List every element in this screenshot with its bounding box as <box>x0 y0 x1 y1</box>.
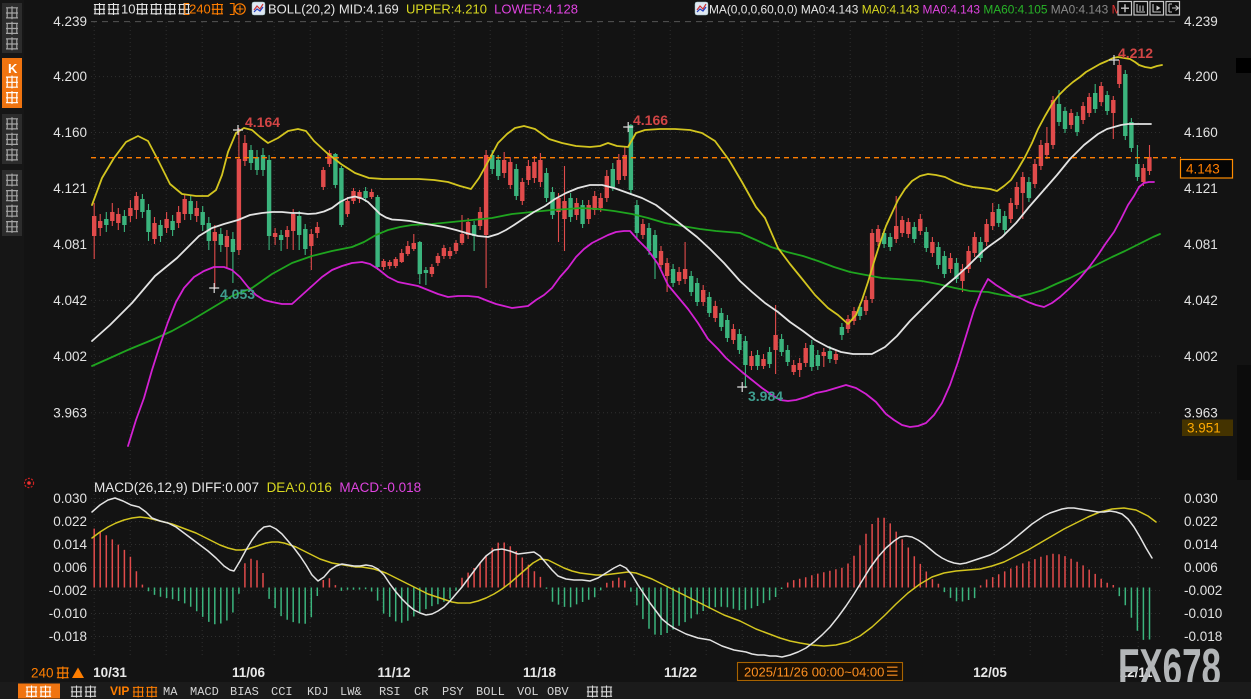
svg-text:0.006: 0.006 <box>1184 560 1218 575</box>
svg-text:3.984: 3.984 <box>748 388 783 404</box>
svg-text:MACD(26,12,9) DIFF:0.007 DEA:: MACD(26,12,9) DIFF:0.007 DEA:0.016 MACD:… <box>94 480 421 495</box>
svg-text:3.951: 3.951 <box>1187 421 1221 436</box>
svg-text:0.022: 0.022 <box>1184 514 1218 529</box>
svg-text:0.030: 0.030 <box>53 491 87 506</box>
svg-text:0.030: 0.030 <box>1184 491 1218 506</box>
svg-text:4.212: 4.212 <box>1118 45 1153 61</box>
svg-text:-0.010: -0.010 <box>1184 606 1222 621</box>
svg-text:4.164: 4.164 <box>245 114 280 130</box>
svg-text:0.006: 0.006 <box>53 560 87 575</box>
svg-text:4.143: 4.143 <box>1186 162 1220 177</box>
svg-text:LW&: LW& <box>340 685 362 699</box>
svg-text:2025/11/26 00:00~04:00: 2025/11/26 00:00~04:00 <box>744 665 884 680</box>
svg-text:0.014: 0.014 <box>53 537 87 552</box>
svg-text:4.002: 4.002 <box>1184 349 1218 364</box>
svg-text:11/06: 11/06 <box>232 665 266 680</box>
svg-text:4.200: 4.200 <box>53 69 87 84</box>
svg-text:4.053: 4.053 <box>220 286 255 302</box>
svg-text:4.042: 4.042 <box>1184 293 1218 308</box>
svg-text:VIP: VIP <box>110 684 129 698</box>
svg-text:PSY: PSY <box>442 685 464 699</box>
svg-text:4.081: 4.081 <box>1184 237 1218 252</box>
svg-text:-0.018: -0.018 <box>49 629 87 644</box>
svg-text:MA(0,0,0,60,0,0) MA0:4.143 MA0: MA(0,0,0,60,0,0) MA0:4.143 MA0:4.143 MA0… <box>709 3 1129 17</box>
svg-text:4.239: 4.239 <box>53 14 87 29</box>
svg-text:10/31: 10/31 <box>93 665 127 680</box>
svg-text:BIAS: BIAS <box>230 685 259 699</box>
svg-text:3.963: 3.963 <box>1184 405 1218 420</box>
svg-text:RSI: RSI <box>379 685 401 699</box>
svg-text:4.166: 4.166 <box>633 112 668 128</box>
svg-text:4.042: 4.042 <box>53 293 87 308</box>
svg-text:KDJ: KDJ <box>307 685 329 699</box>
svg-text:4.121: 4.121 <box>53 181 87 196</box>
svg-text:-0.002: -0.002 <box>49 583 87 598</box>
svg-text:11/22: 11/22 <box>664 665 697 680</box>
svg-text:4.200: 4.200 <box>1184 69 1218 84</box>
svg-text:BOLL: BOLL <box>476 685 505 699</box>
svg-text:K: K <box>8 61 18 76</box>
svg-text:240: 240 <box>31 666 54 681</box>
svg-text:VOL: VOL <box>517 685 539 699</box>
svg-text:-0.010: -0.010 <box>49 606 87 621</box>
svg-text:10: 10 <box>121 2 135 17</box>
svg-text:4.002: 4.002 <box>53 349 87 364</box>
svg-text:BOLL(20,2) MID:4.169 UPPER:4.: BOLL(20,2) MID:4.169 UPPER:4.210 LOWER:4… <box>268 2 578 17</box>
svg-text:0.022: 0.022 <box>53 514 87 529</box>
svg-text:-0.002: -0.002 <box>1184 583 1222 598</box>
svg-text:MACD: MACD <box>190 685 219 699</box>
svg-text:11/12: 11/12 <box>377 665 410 680</box>
svg-text:4.239: 4.239 <box>1184 14 1218 29</box>
svg-text:MA: MA <box>163 685 178 699</box>
svg-text:3.963: 3.963 <box>53 405 87 420</box>
svg-text:4.081: 4.081 <box>53 237 87 252</box>
svg-text:12/05: 12/05 <box>973 665 1007 680</box>
svg-text:11/18: 11/18 <box>523 665 557 680</box>
svg-text:CR: CR <box>414 685 428 699</box>
svg-text:CCI: CCI <box>271 685 293 699</box>
svg-text:240: 240 <box>189 2 211 17</box>
svg-text:OBV: OBV <box>547 685 569 699</box>
svg-text:0.014: 0.014 <box>1184 537 1218 552</box>
svg-text:4.160: 4.160 <box>1184 125 1218 140</box>
svg-text:4.121: 4.121 <box>1184 181 1218 196</box>
svg-text:4.160: 4.160 <box>53 125 87 140</box>
